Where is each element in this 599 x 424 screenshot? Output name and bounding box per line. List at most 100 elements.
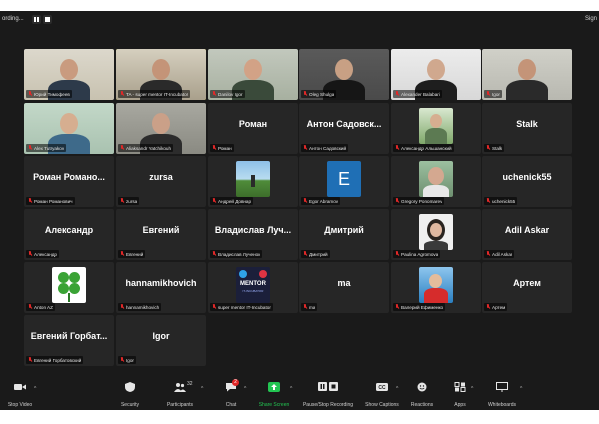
meeting-toolbar: Stop Video ^ Security 32 Participants ^ … [0,378,599,410]
participant-tile[interactable]: Oleg Shulga [299,49,389,100]
muted-mic-icon [28,251,32,257]
show-captions-button[interactable]: CC Show Captions [362,378,402,410]
participant-name: Alex Tutryakov [34,145,65,151]
participant-tile[interactable]: Юрий Тимофеев [24,49,114,100]
muted-mic-icon [120,91,124,97]
participant-name: Александр [34,251,57,257]
pause-recording-button[interactable] [32,15,41,24]
participant-name: uchenick55 [492,198,516,204]
participant-tile[interactable]: Danilov Igor [208,49,298,100]
participant-tile[interactable]: uchenick55 uchenick55 [482,156,572,207]
participant-tile[interactable]: Alex Tutryakov [24,103,114,154]
participant-name: Владислав Лученок [218,251,261,257]
participant-name: Андрей Довнар [218,198,252,204]
participant-tile[interactable]: Anton AZ [24,262,114,313]
muted-mic-icon [395,198,399,204]
participant-display-name: Владислав Луч... [214,225,292,235]
muted-mic-icon [28,91,32,97]
participant-name-tag: Stalk [484,144,505,152]
participant-tile[interactable]: zursa zursa [116,156,206,207]
stop-recording-button[interactable] [43,15,52,24]
participant-tile[interactable]: Роман Романо... Роман Романович [24,156,114,207]
participant-tile[interactable]: MENTOR IT-INCUBATOR super mentor IT-Incuba… [208,262,298,313]
participant-tile[interactable]: Igor [482,49,572,100]
profile-picture [419,108,453,144]
participant-tile[interactable]: Антон Садовск... Антон Садовский [299,103,389,154]
participant-tile[interactable]: Андрей Довнар [208,156,298,207]
participant-tile[interactable]: ma ma [299,262,389,313]
participant-display-name: ma [337,278,351,288]
participant-tile[interactable]: E Egor Abramov [299,156,389,207]
participants-label: Participants [166,402,194,408]
pause-icon [34,17,39,22]
video-options-caret[interactable]: ^ [34,386,36,392]
stop-video-button[interactable]: Stop Video [2,378,38,410]
participant-tile[interactable]: Александр Александр [24,209,114,260]
participant-name: TA - super mentor IT-Incubator [126,91,189,97]
profile-picture [419,214,453,250]
muted-mic-icon [212,91,216,97]
participant-tile[interactable]: hannamikhovich hannamikhovich [116,262,206,313]
participant-tile[interactable]: Alexander Balabari [391,49,481,100]
participant-name-tag: Gregory Ponomarev [393,197,445,205]
participant-tile[interactable]: Дмитрий Дмитрий [299,209,389,260]
shield-icon [125,382,135,392]
sign-label: Sign [584,16,597,22]
whiteboards-options-caret[interactable]: ^ [520,386,522,392]
muted-mic-icon [28,304,32,310]
whiteboards-button[interactable]: Whiteboards [484,378,520,410]
participant-tile[interactable]: Александр Альшанский [391,103,481,154]
participant-tile[interactable]: TA - super mentor IT-Incubator [116,49,206,100]
pause-stop-recording-button[interactable]: Pause/Stop Recording [298,378,358,410]
share-screen-icon [268,382,280,392]
captions-options-caret[interactable]: ^ [396,386,398,392]
chat-options-caret[interactable]: ^ [244,386,246,392]
participant-tile[interactable]: Роман Роман [208,103,298,154]
muted-mic-icon [303,198,307,204]
participant-tile[interactable]: Aliaksandr Yatchikouh [116,103,206,154]
participant-tile[interactable]: Stalk Stalk [482,103,572,154]
participant-name-tag: Валерий Ефименко [393,303,446,311]
participant-tile[interactable]: Igor Igor [116,315,206,366]
zoom-window: ording... Sign Юрий Тимофеев TA - super m… [0,11,599,410]
participant-tile[interactable]: Adil Askar Adil Askar [482,209,572,260]
muted-mic-icon [120,198,124,204]
participant-tile[interactable]: Paulina Agromova [391,209,481,260]
participant-name-tag: Anton AZ [26,303,55,311]
participant-name-tag: TA - super mentor IT-Incubator [118,90,191,98]
participant-name: Aliaksandr Yatchikouh [126,145,172,151]
participants-options-caret[interactable]: ^ [201,386,203,392]
share-options-caret[interactable]: ^ [290,386,292,392]
security-button[interactable]: Security [113,378,147,410]
participant-name: Stalk [492,145,503,151]
participant-display-name: Антон Садовск... [306,119,382,129]
share-screen-button[interactable]: Share Screen [256,378,292,410]
participant-name-tag: Igor [118,356,136,364]
participant-name-tag: zursa [118,197,140,205]
participants-count: 32 [187,381,193,387]
participant-name-tag: Евгений Горбатовский [26,356,84,364]
participant-name: Danilov Igor [218,91,243,97]
participant-tile[interactable]: Gregory Ponomarev [391,156,481,207]
muted-mic-icon [28,198,32,204]
participant-name-tag: hannamikhovich [118,303,162,311]
participant-tile[interactable]: Евгений Евгений [116,209,206,260]
chat-button[interactable]: 2 Chat [218,378,244,410]
participant-name-tag: Юрий Тимофеев [26,90,72,98]
participant-tile[interactable]: Евгений Горбат... Евгений Горбатовский [24,315,114,366]
muted-mic-icon [28,145,32,151]
participant-display-name: hannamikhovich [125,278,197,288]
participant-name: Дмитрий [309,251,328,257]
participant-display-name: Igor [152,331,170,341]
avatar-letter: E [337,168,350,189]
participant-tile[interactable]: Владислав Луч... Владислав Лученок [208,209,298,260]
participant-name-tag: Артем [484,303,508,311]
participants-button[interactable]: 32 Participants [162,378,198,410]
participant-tile[interactable]: Артем Артем [482,262,572,313]
apps-options-caret[interactable]: ^ [471,386,473,392]
reactions-button[interactable]: Reactions [406,378,438,410]
participant-name: Egor Abramov [309,198,339,204]
participant-tile[interactable]: Валерий Ефименко [391,262,481,313]
participant-name-tag: Igor [484,90,502,98]
apps-button[interactable]: Apps [448,378,472,410]
